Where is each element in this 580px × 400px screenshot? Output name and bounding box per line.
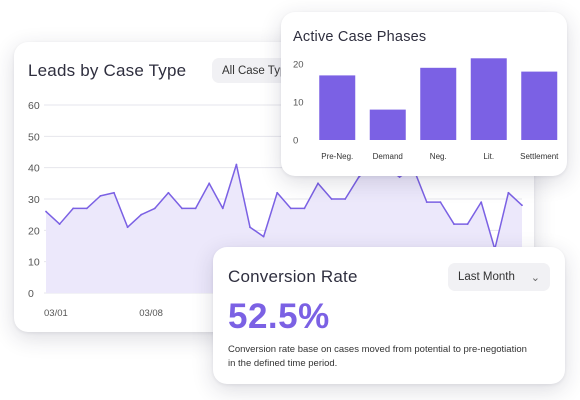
leads-y-tick-label: 20 xyxy=(28,225,40,237)
phases-x-tick-label: Neg. xyxy=(430,152,447,161)
phases-x-tick-label: Settlement xyxy=(520,152,559,161)
phases-bar-chart: 0 10 20 Pre-Neg. Demand Neg. Lit. Settlement xyxy=(293,58,559,161)
chevron-down-icon: ⌄ xyxy=(530,271,540,284)
leads-data-point xyxy=(262,235,265,238)
leads-data-point xyxy=(276,191,279,194)
conversion-rate-description: Conversion rate base on cases moved from… xyxy=(228,344,527,369)
leads-data-point xyxy=(140,213,143,216)
phases-bar xyxy=(521,71,558,140)
phases-y-tick-label: 0 xyxy=(293,136,298,147)
period-dropdown[interactable]: Last Month ⌄ xyxy=(448,263,550,291)
conversion-card-title: Conversion Rate xyxy=(228,267,358,286)
leads-data-point xyxy=(45,210,47,213)
leads-data-point xyxy=(58,223,61,225)
leads-data-point xyxy=(357,176,360,178)
period-dropdown-value: Last Month xyxy=(458,271,515,283)
leads-y-tick-label: 0 xyxy=(28,288,34,300)
leads-data-point xyxy=(289,207,292,210)
leads-y-tick-label: 40 xyxy=(28,163,40,175)
leads-data-point xyxy=(126,226,129,229)
leads-data-point xyxy=(507,191,510,194)
leads-data-point xyxy=(72,207,75,210)
phases-bar xyxy=(420,67,457,140)
leads-data-point xyxy=(249,226,251,229)
leads-x-tick-label: 03/01 xyxy=(44,308,68,319)
leads-data-point xyxy=(181,207,183,210)
leads-data-point xyxy=(398,176,401,178)
leads-data-point xyxy=(330,198,333,200)
phases-x-tick-label: Lit. xyxy=(483,152,494,161)
leads-data-point xyxy=(85,207,88,210)
leads-data-point xyxy=(167,191,170,194)
phases-bar xyxy=(369,109,406,140)
phases-bar xyxy=(470,58,507,140)
leads-data-point xyxy=(466,223,469,225)
conversion-rate-card: Conversion Rate Last Month ⌄ 52.5% Conve… xyxy=(213,247,565,384)
leads-data-point xyxy=(208,182,211,185)
leads-data-point xyxy=(344,198,347,200)
leads-data-point xyxy=(113,191,115,194)
leads-y-tick-label: 10 xyxy=(28,257,40,269)
leads-y-tick-label: 50 xyxy=(28,131,40,143)
phases-y-tick-label: 10 xyxy=(293,98,304,109)
phases-x-tick-label: Pre-Neg. xyxy=(321,152,353,161)
leads-data-point xyxy=(453,223,455,225)
leads-data-point xyxy=(425,201,428,204)
leads-data-point xyxy=(194,207,197,210)
leads-y-tick-label: 60 xyxy=(28,100,40,112)
leads-data-point xyxy=(480,201,483,204)
leads-x-tick-label: 03/08 xyxy=(139,308,163,319)
leads-data-point xyxy=(439,201,442,204)
leads-data-point xyxy=(317,182,319,185)
leads-data-point xyxy=(303,207,306,210)
leads-data-point xyxy=(235,163,238,166)
phases-y-tick-label: 20 xyxy=(293,60,304,71)
leads-data-point xyxy=(153,207,156,210)
leads-data-point xyxy=(521,204,523,207)
leads-y-tick-label: 30 xyxy=(28,194,40,206)
conversion-rate-value: 52.5% xyxy=(228,297,330,336)
leads-data-point xyxy=(221,207,224,210)
phases-x-tick-label: Demand xyxy=(373,152,403,161)
leads-data-point xyxy=(99,194,102,197)
active-case-phases-card: Active Case Phases 0 10 20 Pre-Neg. Demand Ne… xyxy=(281,12,567,176)
phases-bar xyxy=(319,75,356,140)
